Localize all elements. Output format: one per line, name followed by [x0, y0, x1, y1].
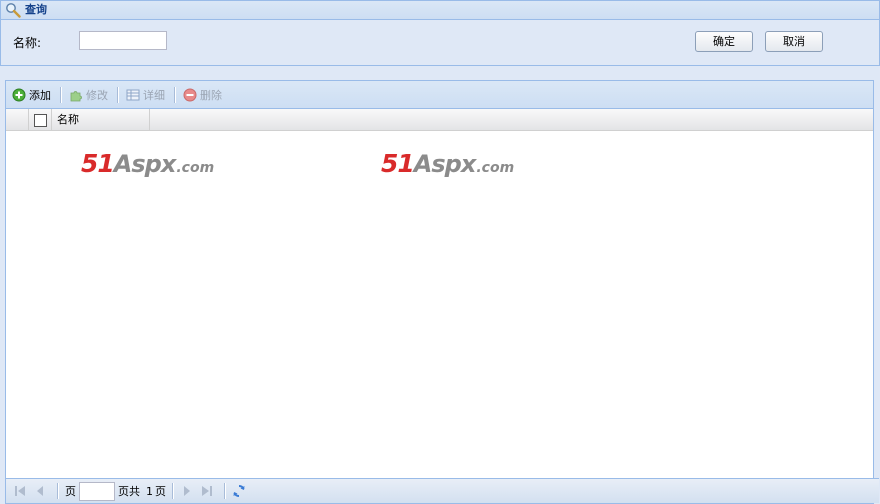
cancel-button[interactable]: 取消: [765, 31, 823, 52]
first-page-icon: [15, 486, 25, 496]
watermark-logo: 51 Aspx .com: [381, 149, 515, 178]
watermark-logo: 51 Aspx .com: [81, 149, 215, 178]
grid-header: 名称: [6, 109, 873, 131]
delete-button-label: 删除: [200, 88, 222, 102]
edit-button-label: 修改: [86, 88, 108, 102]
confirm-button[interactable]: 确定: [695, 31, 753, 52]
total-prefix-label: 页共: [118, 485, 140, 498]
last-page-icon: [202, 486, 212, 496]
prev-page-button[interactable]: [32, 483, 48, 499]
delete-icon: [183, 88, 197, 101]
puzzle-icon: [70, 90, 82, 101]
prev-page-icon: [37, 486, 43, 496]
delete-button[interactable]: 删除: [183, 87, 222, 103]
name-input[interactable]: [79, 31, 167, 50]
toolbar-separator: [117, 86, 119, 103]
add-button[interactable]: 添加: [12, 87, 51, 103]
column-header-name-label: 名称: [57, 113, 79, 126]
grid-panel: 添加 修改 详细 删除 名称 51 Aspx .com 51 Aspx .com…: [5, 80, 879, 504]
detail-button-label: 详细: [143, 88, 165, 102]
first-page-button[interactable]: [12, 483, 28, 499]
refresh-icon: [233, 484, 245, 498]
page-prefix-label: 页: [65, 485, 76, 498]
search-icon: [6, 3, 21, 18]
query-panel-header: 查询: [1, 1, 879, 20]
edit-button[interactable]: 修改: [69, 87, 108, 103]
query-panel-title: 查询: [25, 3, 47, 16]
table-icon: [126, 89, 140, 100]
next-page-button[interactable]: [179, 483, 195, 499]
pager-separator: [57, 483, 59, 499]
add-button-label: 添加: [29, 88, 51, 102]
next-page-icon: [184, 486, 190, 496]
query-panel: 查询 名称: 确定 取消: [0, 0, 880, 66]
select-all-header: [29, 109, 52, 130]
name-label: 名称:: [13, 36, 42, 50]
select-all-checkbox[interactable]: [34, 114, 47, 127]
query-form: 名称: 确定 取消: [1, 20, 879, 65]
page-number-input[interactable]: [79, 481, 115, 501]
pager-toolbar: 页 页共 1 页: [6, 478, 879, 503]
pager-separator: [172, 483, 174, 499]
last-page-button[interactable]: [199, 483, 215, 499]
toolbar-separator: [174, 86, 176, 103]
row-number-header: [6, 109, 29, 130]
grid-toolbar: 添加 修改 详细 删除: [6, 81, 873, 109]
toolbar-separator: [60, 86, 62, 103]
pager-separator: [224, 483, 226, 499]
total-pages-value: 1: [146, 484, 153, 498]
page-suffix-label: 页: [155, 485, 166, 498]
refresh-button[interactable]: [231, 483, 247, 499]
grid-body: 51 Aspx .com 51 Aspx .com: [6, 131, 873, 478]
add-icon: [12, 88, 26, 101]
detail-button[interactable]: 详细: [126, 87, 165, 103]
column-header-name[interactable]: 名称: [52, 109, 150, 130]
